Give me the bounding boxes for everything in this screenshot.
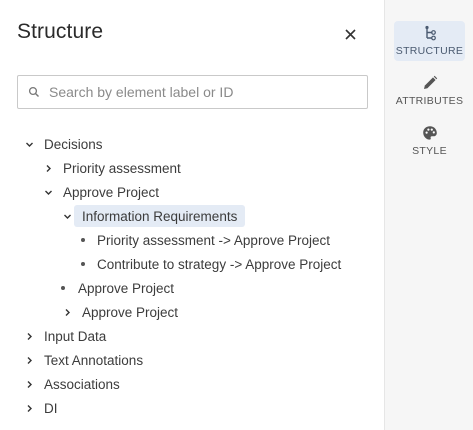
structure-panel: Structure Decisions Priority assessment … — [0, 0, 384, 430]
chevron-down-icon[interactable] — [23, 138, 35, 150]
chevron-right-icon[interactable] — [42, 162, 54, 174]
tree-item-label: Input Data — [44, 328, 107, 344]
chevron-down-icon[interactable] — [61, 210, 73, 222]
tree-item-input-data[interactable]: Input Data — [23, 325, 106, 347]
tree-item-decisions[interactable]: Decisions — [23, 133, 103, 155]
tree-item-label: DI — [44, 400, 58, 416]
rail-tab-label: STRUCTURE — [395, 45, 464, 57]
rail-tab-label: ATTRIBUTES — [395, 95, 464, 107]
tree-item-requirement-2[interactable]: Contribute to strategy -> Approve Projec… — [81, 253, 341, 275]
chevron-right-icon[interactable] — [61, 306, 73, 318]
tree-item-approve-project-2[interactable]: Approve Project — [61, 277, 174, 299]
rail-tab-attributes[interactable]: ATTRIBUTES — [394, 71, 465, 111]
close-button[interactable] — [340, 24, 360, 44]
palette-icon — [422, 126, 437, 140]
panel-title: Structure — [17, 20, 104, 43]
bullet-icon — [81, 238, 85, 242]
bullet-icon — [61, 286, 65, 290]
tree-item-label: Priority assessment -> Approve Project — [97, 232, 330, 248]
rail-tab-style[interactable]: STYLE — [394, 121, 465, 161]
search-icon — [28, 86, 39, 97]
search-box — [17, 75, 368, 109]
search-input[interactable] — [49, 76, 359, 108]
tree-item-requirement-1[interactable]: Priority assessment -> Approve Project — [81, 229, 330, 251]
close-icon — [344, 28, 356, 40]
tree-item-label: Associations — [44, 376, 120, 392]
tree-item-text-annotations[interactable]: Text Annotations — [23, 349, 143, 371]
tree-structure-icon — [424, 25, 436, 41]
tree-item-label: Approve Project — [78, 280, 175, 296]
chevron-right-icon[interactable] — [23, 402, 35, 414]
tree-item-label: Text Annotations — [44, 352, 144, 368]
chevron-right-icon[interactable] — [23, 330, 35, 342]
bullet-icon — [81, 262, 85, 266]
rail-tab-structure[interactable]: STRUCTURE — [394, 21, 465, 61]
chevron-right-icon[interactable] — [23, 378, 35, 390]
chevron-right-icon[interactable] — [23, 354, 35, 366]
tree-item-label: Contribute to strategy -> Approve Projec… — [97, 256, 342, 272]
tree-item-label: Priority assessment — [63, 160, 181, 176]
tree-item-associations[interactable]: Associations — [23, 373, 120, 395]
rail-tab-label: STYLE — [412, 145, 447, 157]
tree-item-label-selected: Information Requirements — [74, 205, 246, 227]
tree-item-label: Decisions — [44, 136, 103, 152]
tree-item-label: Approve Project — [63, 184, 160, 200]
chevron-down-icon[interactable] — [42, 186, 54, 198]
side-rail: STRUCTURE ATTRIBUTES STYLE — [384, 0, 473, 430]
tree-item-approve-project[interactable]: Approve Project — [42, 181, 159, 203]
tree-item-label: Approve Project — [82, 304, 179, 320]
tree-item-priority-assessment[interactable]: Priority assessment — [42, 157, 181, 179]
tree-item-di[interactable]: DI — [23, 397, 58, 419]
tree-item-approve-project-3[interactable]: Approve Project — [61, 301, 178, 323]
pencil-icon — [423, 75, 437, 89]
tree-item-information-requirements[interactable]: Information Requirements — [61, 205, 246, 227]
